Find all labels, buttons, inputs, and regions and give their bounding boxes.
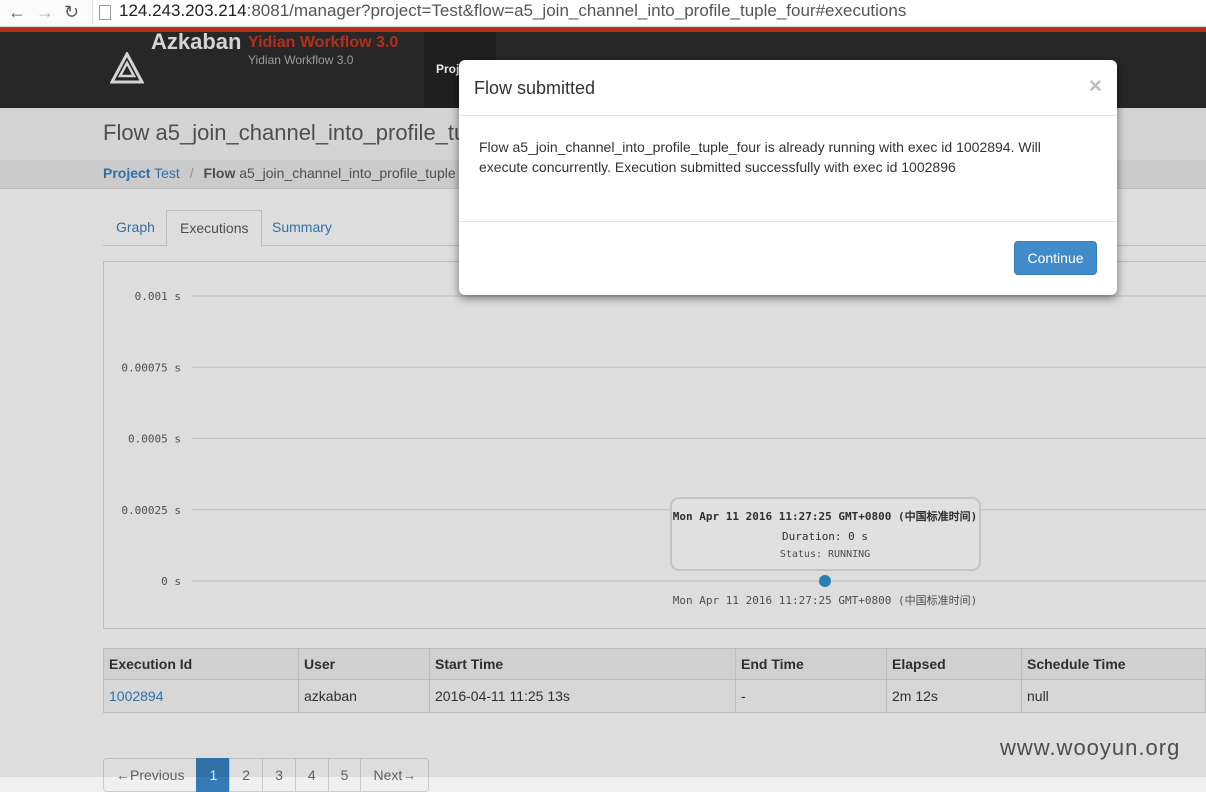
flow-submitted-dialog: Flow submitted × Flow a5_join_channel_in… <box>459 60 1117 295</box>
modal-footer: Continue <box>459 221 1117 296</box>
arrow-right-icon[interactable]: → <box>36 2 54 22</box>
modal-message: Flow a5_join_channel_into_profile_tuple_… <box>479 139 1041 175</box>
page-icon <box>99 5 111 20</box>
browser-toolbar: ← → ↻ 124.243.203.214:8081/manager?proje… <box>0 0 1206 27</box>
modal-header: Flow submitted × <box>459 60 1117 116</box>
close-icon[interactable]: × <box>1089 73 1102 99</box>
modal-title: Flow submitted <box>474 78 596 98</box>
url-text[interactable]: 124.243.203.214:8081/manager?project=Tes… <box>119 1 906 21</box>
continue-button[interactable]: Continue <box>1014 241 1097 275</box>
reload-icon[interactable]: ↻ <box>64 2 79 22</box>
arrow-left-icon[interactable]: ← <box>8 2 26 22</box>
address-bar[interactable]: 124.243.203.214:8081/manager?project=Tes… <box>92 0 1206 24</box>
